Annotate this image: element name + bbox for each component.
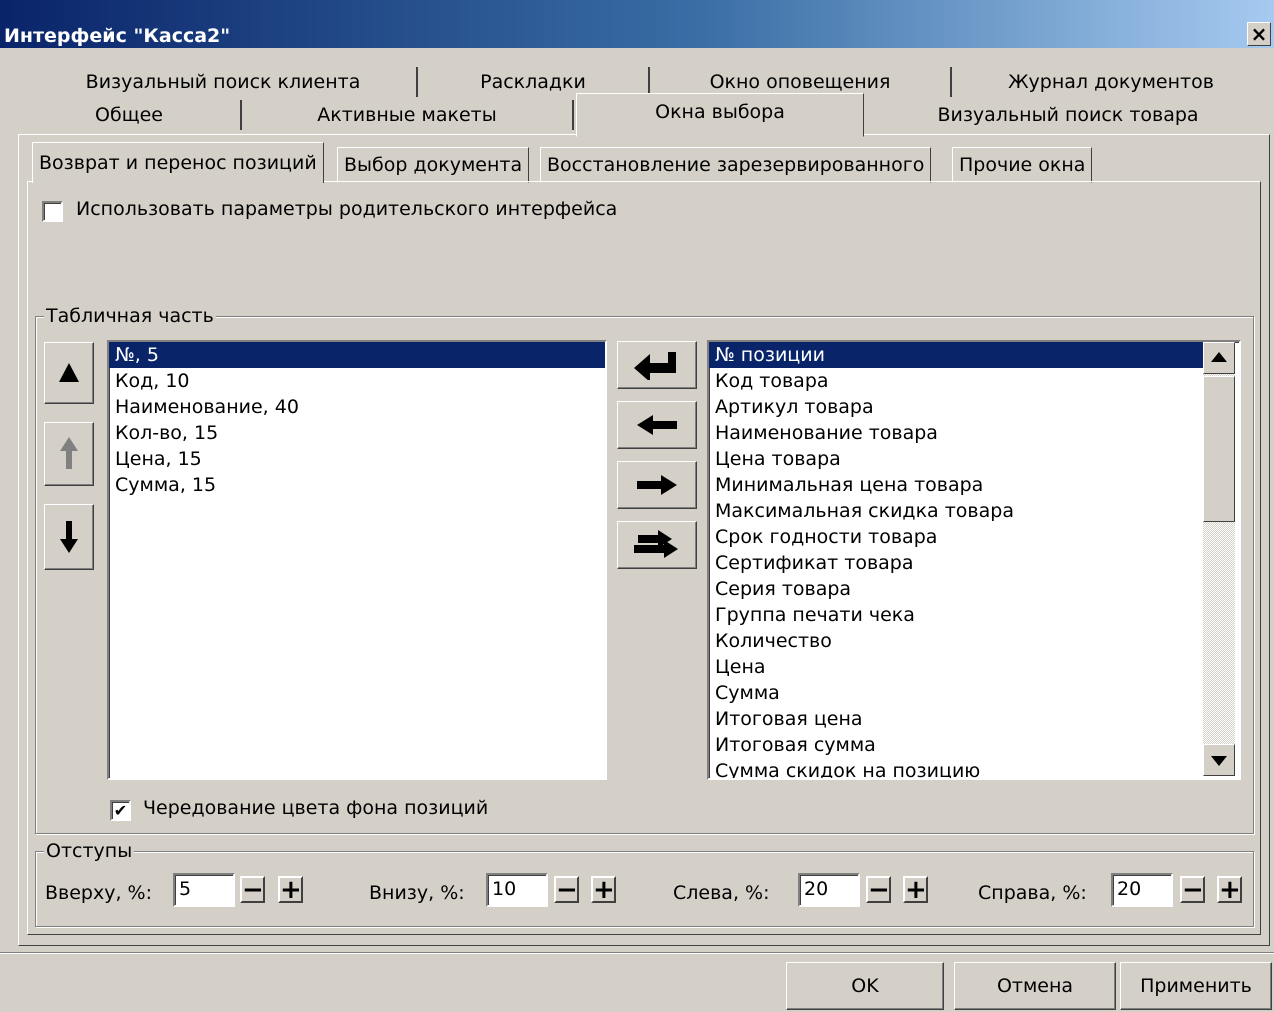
margin-left-minus-button[interactable]: − [866, 876, 891, 903]
margin-bottom-minus-button[interactable]: − [554, 876, 579, 903]
tab-document-journal[interactable]: Журнал документов [952, 67, 1270, 97]
list-item[interactable]: Сумма скидок на позицию [709, 758, 1239, 778]
scroll-down-icon [1211, 756, 1227, 766]
scroll-up-button[interactable] [1203, 342, 1235, 374]
margin-top-input[interactable]: 5 [173, 873, 235, 907]
close-button[interactable]: × [1247, 22, 1271, 46]
cancel-button[interactable]: Отмена [954, 962, 1116, 1010]
list-item[interactable]: Срок годности товара [709, 524, 1239, 550]
tab-active-layouts[interactable]: Активные макеты [242, 100, 574, 130]
margin-right-label: Справа, %: [978, 882, 1087, 904]
use-parent-params-label: Использовать параметры родительского инт… [76, 198, 618, 220]
margin-left-input[interactable]: 20 [798, 873, 860, 907]
move-right-button[interactable] [617, 461, 697, 509]
window-title: Интерфейс "Касса2" [4, 25, 231, 47]
tab-other-windows[interactable]: Прочие окна [952, 147, 1093, 183]
alternate-colors-label: Чередование цвета фона позиций [143, 797, 489, 819]
margin-right-input[interactable]: 20 [1111, 873, 1173, 907]
margin-top-plus-button[interactable]: + [278, 876, 303, 903]
margin-bottom-plus-button[interactable]: + [591, 876, 616, 903]
alternate-colors-checkbox[interactable]: ✔ [110, 800, 131, 821]
margin-right-plus-button[interactable]: + [1217, 876, 1242, 903]
tab-general[interactable]: Общее [18, 100, 242, 130]
move-left-button[interactable] [617, 401, 697, 449]
scroll-down-button[interactable] [1203, 744, 1235, 776]
move-top-button[interactable] [44, 342, 94, 404]
tab-document-selection[interactable]: Выбор документа [337, 147, 530, 183]
arrow-up-icon [60, 437, 78, 469]
list-item[interactable]: Итоговая сумма [709, 732, 1239, 758]
margin-left-plus-button[interactable]: + [903, 876, 928, 903]
footer-separator [0, 952, 1274, 954]
list-item[interactable]: Цена [709, 654, 1239, 680]
list-item[interactable]: Цена товара [709, 446, 1239, 472]
scroll-up-icon [1211, 352, 1227, 362]
list-item[interactable]: Максимальная скидка товара [709, 498, 1239, 524]
tab-selection-windows[interactable]: Окна выбора [576, 93, 864, 137]
list-item[interactable]: Сумма [709, 680, 1239, 706]
apply-button[interactable]: Применить [1120, 962, 1272, 1010]
add-column-button[interactable] [617, 341, 697, 389]
move-all-right-button[interactable] [617, 521, 697, 569]
table-group-label: Табличная часть [44, 305, 216, 327]
list-item[interactable]: Минимальная цена товара [709, 472, 1239, 498]
arrow-left-icon [637, 415, 677, 435]
list-item[interactable]: № позиции [709, 342, 1209, 368]
tab-return-transfer[interactable]: Возврат и перенос позиций [32, 142, 324, 183]
margins-group-label: Отступы [44, 840, 135, 862]
margin-bottom-input[interactable]: 10 [486, 873, 548, 907]
list-item[interactable]: Код товара [709, 368, 1239, 394]
tab-reserved-restore[interactable]: Восстановление зарезервированного [540, 147, 932, 183]
available-list-scrollbar[interactable] [1203, 342, 1235, 776]
list-item[interactable]: Итоговая цена [709, 706, 1239, 732]
title-bar: Интерфейс "Касса2" × [0, 0, 1274, 48]
double-arrow-right-icon [634, 530, 678, 558]
selected-columns-list[interactable]: №, 5 Код, 10 Наименование, 40 Кол-во, 15… [107, 340, 607, 780]
tab-visual-client-search[interactable]: Визуальный поиск клиента [30, 67, 418, 97]
move-down-button[interactable] [44, 504, 94, 570]
scroll-thumb[interactable] [1203, 376, 1235, 522]
margin-bottom-label: Внизу, %: [369, 882, 465, 904]
list-item[interactable]: Цена, 15 [109, 446, 605, 472]
list-item[interactable]: Артикул товара [709, 394, 1239, 420]
list-item[interactable]: Кол-во, 15 [109, 420, 605, 446]
list-item[interactable]: Наименование товара [709, 420, 1239, 446]
list-item[interactable]: Количество [709, 628, 1239, 654]
list-item[interactable]: №, 5 [109, 342, 605, 368]
list-item[interactable]: Сумма, 15 [109, 472, 605, 498]
arrow-down-icon [60, 521, 78, 553]
ok-button[interactable]: OK [786, 962, 944, 1010]
list-item[interactable]: Сертификат товара [709, 550, 1239, 576]
use-parent-params-checkbox[interactable] [42, 201, 63, 222]
margin-top-label: Вверху, %: [45, 882, 153, 904]
margin-top-minus-button[interactable]: − [240, 876, 265, 903]
list-item[interactable]: Код, 10 [109, 368, 605, 394]
margin-left-label: Слева, %: [673, 882, 770, 904]
list-item[interactable]: Серия товара [709, 576, 1239, 602]
tab-visual-product-search[interactable]: Визуальный поиск товара [866, 100, 1270, 130]
list-item[interactable]: Наименование, 40 [109, 394, 605, 420]
available-columns-list[interactable]: № позиции Код товара Артикул товара Наим… [707, 340, 1241, 780]
move-up-button[interactable] [44, 422, 94, 486]
margin-right-minus-button[interactable]: − [1180, 876, 1205, 903]
arrow-right-icon [637, 475, 677, 495]
list-item[interactable]: Группа печати чека [709, 602, 1239, 628]
arrow-top-icon [59, 363, 79, 382]
enter-arrow-icon [634, 352, 676, 380]
